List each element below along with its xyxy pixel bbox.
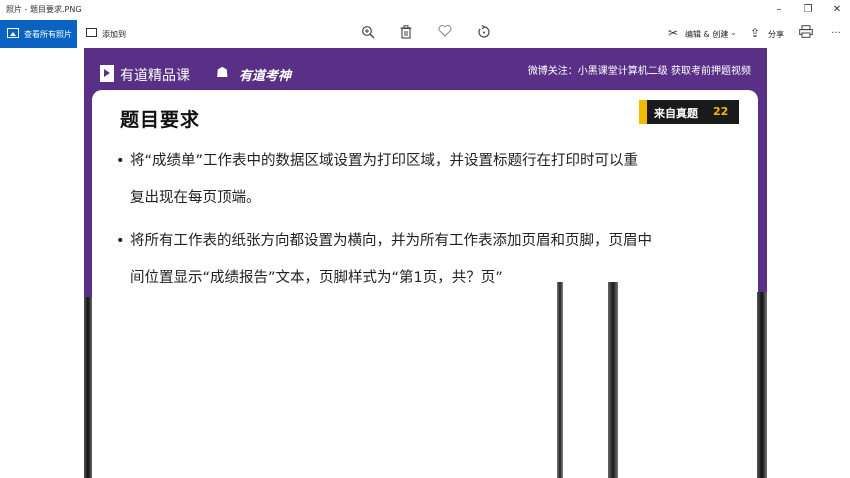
badge-text: 来自真题 bbox=[654, 107, 698, 120]
kaoshen-logo-icon: ☗ bbox=[216, 65, 229, 81]
render-artifact bbox=[608, 282, 618, 478]
edit-icon: ✂ bbox=[668, 26, 679, 40]
close-button[interactable]: ✕ bbox=[826, 2, 848, 18]
add-to-label: 添加到 bbox=[102, 30, 126, 39]
rotate-icon[interactable] bbox=[474, 25, 494, 43]
photo-banner: 有道精品课 ☗ 有道考神 微博关注：小黑课堂计算机二级 获取考前押题视频 bbox=[84, 48, 767, 90]
share-label: 分享 bbox=[768, 30, 784, 39]
requirement-2-line-2: 间位置显示“成绩报告”文本，页脚样式为“第1页，共？页” bbox=[130, 270, 503, 286]
badge-accent bbox=[639, 100, 647, 124]
bullet: • bbox=[116, 153, 125, 169]
restore-button[interactable]: ❐ bbox=[797, 2, 819, 18]
weibo-follow-text: 微博关注：小黑课堂计算机二级 获取考前押题视频 bbox=[527, 66, 751, 77]
window-title: 照片 - 题目要求.PNG bbox=[6, 5, 82, 14]
share-icon: ⇪ bbox=[750, 26, 761, 40]
more-icon[interactable]: ··· bbox=[826, 25, 846, 43]
add-to-icon bbox=[86, 28, 97, 37]
zoom-icon[interactable] bbox=[358, 25, 378, 43]
question-card: 题目要求 来自真题 22 • 将“成绩单”工作表中的数据区域设置为打印区域，并设置… bbox=[92, 90, 758, 310]
brand-name-2: 有道考神 bbox=[239, 69, 292, 84]
toolbar: 查看所有照片 添加到 ✂ 编辑 & 创建 ⌄ ⇪ 分享 ··· bbox=[0, 20, 850, 48]
requirement-1-line-2: 复出现在每页顶端。 bbox=[130, 190, 261, 206]
youdao-course-logo-icon bbox=[100, 65, 114, 82]
bullet: • bbox=[116, 233, 125, 249]
minimize-button[interactable]: – bbox=[768, 2, 790, 18]
view-all-photos-label: 查看所有照片 bbox=[24, 30, 72, 39]
render-artifact bbox=[757, 292, 767, 478]
favorite-icon[interactable] bbox=[435, 25, 455, 43]
photo-viewer: 有道精品课 ☗ 有道考神 微博关注：小黑课堂计算机二级 获取考前押题视频 题目要… bbox=[84, 48, 767, 310]
photos-icon bbox=[7, 28, 19, 38]
render-artifact bbox=[84, 297, 92, 478]
requirement-2-line-1: • 将所有工作表的纸张方向都设置为横向，并为所有工作表添加页眉和页脚，页眉中 bbox=[116, 229, 652, 250]
view-all-photos-button[interactable]: 查看所有照片 bbox=[0, 20, 77, 48]
requirement-2-text: 将所有工作表的纸张方向都设置为横向，并为所有工作表添加页眉和页脚，页眉中 bbox=[130, 233, 652, 249]
chevron-down-icon: ⌄ bbox=[730, 28, 737, 37]
page-title: 题目要求 bbox=[120, 109, 201, 131]
delete-icon[interactable] bbox=[396, 25, 416, 43]
requirement-1-line-1: • 将“成绩单”工作表中的数据区域设置为打印区域，并设置标题行在打印时可以重 bbox=[116, 149, 638, 170]
requirement-1-text: 将“成绩单”工作表中的数据区域设置为打印区域，并设置标题行在打印时可以重 bbox=[130, 153, 639, 169]
render-artifact bbox=[557, 282, 563, 478]
title-bar: 照片 - 题目要求.PNG – ❐ ✕ bbox=[0, 0, 850, 20]
print-icon[interactable] bbox=[796, 25, 816, 43]
source-badge: 来自真题 22 bbox=[639, 100, 739, 124]
brand-name-1: 有道精品课 bbox=[120, 68, 190, 84]
edit-create-label: 编辑 & 创建 bbox=[685, 30, 729, 39]
share-button[interactable]: ⇪ 分享 bbox=[750, 20, 790, 48]
edit-create-button[interactable]: ✂ 编辑 & 创建 ⌄ bbox=[668, 20, 740, 48]
badge-number: 22 bbox=[713, 105, 729, 118]
